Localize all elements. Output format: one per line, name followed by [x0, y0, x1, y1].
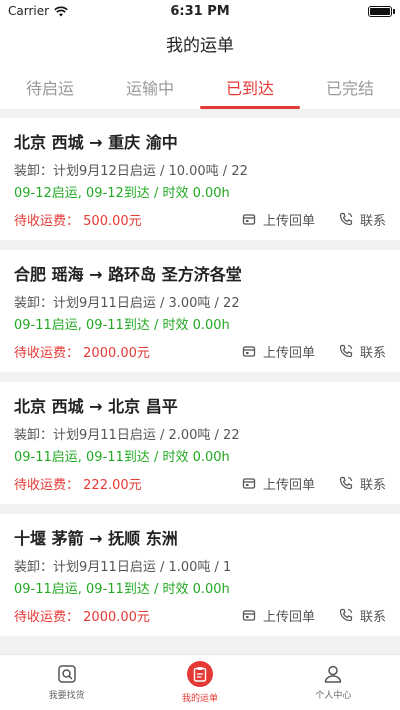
- upload-receipt-label: 上传回单: [262, 477, 315, 493]
- receipt-icon: [242, 346, 256, 357]
- contact-label: 联系: [359, 345, 386, 361]
- order-card[interactable]: 合肥 瑶海 → 路环岛 圣方济各堂 装卸：计划9月11日启运 / 3.00吨 /…: [0, 250, 400, 372]
- contact-button[interactable]: 联系: [339, 342, 386, 361]
- order-info: 装卸：计划9月11日启运 / 1.00吨 / 1: [14, 559, 232, 575]
- order-actions: 上传回单 联系: [242, 606, 386, 625]
- upload-receipt-label: 上传回单: [262, 345, 315, 361]
- order-timing: 09-12启运, 09-12到达 / 时效 0.00h: [14, 185, 230, 201]
- order-info: 装卸：计划9月12日启运 / 10.00吨 / 22: [14, 163, 248, 179]
- phone-icon: [339, 608, 353, 622]
- upload-receipt-button[interactable]: 上传回单: [242, 606, 315, 625]
- phone-icon: [339, 212, 353, 226]
- tabbar-label: 我要找货: [48, 691, 85, 701]
- receipt-icon: [242, 610, 256, 621]
- order-card[interactable]: 北京 西城 → 北京 昌平 装卸：计划9月11日启运 / 2.00吨 / 22 …: [0, 382, 400, 504]
- tab-completed[interactable]: 已完结: [300, 64, 400, 109]
- order-actions: 上传回单 联系: [242, 474, 386, 493]
- order-timing: 09-11启运, 09-11到达 / 时效 0.00h: [14, 317, 230, 333]
- order-bottom-row: 待收运费： 2000.00元 上传回单 联系: [14, 340, 386, 362]
- freight-fee: 待收运费： 500.00元: [14, 210, 142, 229]
- status-tabs: 待启运 运输中 已到达 已完结: [0, 64, 400, 110]
- freight-fee-label: 待收运费：: [14, 477, 80, 493]
- freight-fee: 待收运费： 222.00元: [14, 474, 142, 493]
- freight-fee: 待收运费： 2000.00元: [14, 342, 150, 361]
- upload-receipt-button[interactable]: 上传回单: [242, 342, 315, 361]
- status-bar: Carrier 6:31 PM: [0, 0, 400, 22]
- order-route: 北京 西城 → 重庆 渝中: [14, 133, 178, 152]
- clipboard-icon: [186, 661, 213, 687]
- tabbar-profile[interactable]: 个人中心: [267, 655, 400, 710]
- receipt-icon: [242, 214, 256, 225]
- order-timing: 09-11启运, 09-11到达 / 时效 0.00h: [14, 581, 230, 597]
- tabbar-label: 我的运单: [181, 694, 218, 704]
- contact-button[interactable]: 联系: [339, 474, 386, 493]
- freight-fee-value: 2000.00元: [83, 609, 150, 625]
- contact-button[interactable]: 联系: [339, 606, 386, 625]
- order-route: 北京 西城 → 北京 昌平: [14, 397, 178, 416]
- tabbar-label: 个人中心: [315, 691, 352, 701]
- order-bottom-row: 待收运费： 500.00元 上传回单 联系: [14, 208, 386, 230]
- page-title: 我的运单: [0, 22, 400, 64]
- tab-pending[interactable]: 待启运: [0, 64, 100, 109]
- tab-in-transit[interactable]: 运输中: [100, 64, 200, 109]
- carrier-label: Carrier: [8, 4, 50, 18]
- freight-fee-value: 2000.00元: [83, 345, 150, 361]
- order-route: 十堰 茅箭 → 抚顺 东洲: [14, 529, 178, 548]
- order-info: 装卸：计划9月11日启运 / 3.00吨 / 22: [14, 295, 240, 311]
- freight-fee-label: 待收运费：: [14, 609, 80, 625]
- order-route: 合肥 瑶海 → 路环岛 圣方济各堂: [14, 265, 242, 284]
- upload-receipt-button[interactable]: 上传回单: [242, 210, 315, 229]
- wifi-icon: [54, 6, 68, 16]
- contact-button[interactable]: 联系: [339, 210, 386, 229]
- contact-label: 联系: [359, 609, 386, 625]
- upload-receipt-label: 上传回单: [262, 609, 315, 625]
- freight-fee-label: 待收运费：: [14, 213, 80, 229]
- order-card[interactable]: 十堰 茅箭 → 抚顺 东洲 装卸：计划9月11日启运 / 1.00吨 / 1 0…: [0, 514, 400, 636]
- status-left: Carrier: [8, 4, 68, 18]
- user-icon: [325, 665, 342, 683]
- contact-label: 联系: [359, 477, 386, 493]
- phone-icon: [339, 344, 353, 358]
- order-bottom-row: 待收运费： 2000.00元 上传回单 联系: [14, 604, 386, 626]
- tabbar-find-cargo[interactable]: 我要找货: [0, 655, 133, 710]
- search-cargo-icon: [57, 665, 76, 683]
- freight-fee-label: 待收运费：: [14, 345, 80, 361]
- order-bottom-row: 待收运费： 222.00元 上传回单 联系: [14, 472, 386, 494]
- freight-fee: 待收运费： 2000.00元: [14, 606, 150, 625]
- order-list: 北京 西城 → 重庆 渝中 装卸：计划9月12日启运 / 10.00吨 / 22…: [0, 110, 400, 636]
- order-info: 装卸：计划9月11日启运 / 2.00吨 / 22: [14, 427, 240, 443]
- tab-arrived[interactable]: 已到达: [200, 64, 300, 109]
- upload-receipt-label: 上传回单: [262, 213, 315, 229]
- status-time: 6:31 PM: [170, 3, 230, 19]
- battery-icon: [368, 5, 395, 17]
- order-actions: 上传回单 联系: [242, 210, 386, 229]
- tabbar-my-orders[interactable]: 我的运单: [133, 655, 266, 710]
- freight-fee-value: 222.00元: [83, 477, 142, 493]
- upload-receipt-button[interactable]: 上传回单: [242, 474, 315, 493]
- order-timing: 09-11启运, 09-11到达 / 时效 0.00h: [14, 449, 230, 465]
- order-card[interactable]: 北京 西城 → 重庆 渝中 装卸：计划9月12日启运 / 10.00吨 / 22…: [0, 118, 400, 240]
- freight-fee-value: 500.00元: [83, 213, 142, 229]
- contact-label: 联系: [359, 213, 386, 229]
- receipt-icon: [242, 478, 256, 489]
- order-actions: 上传回单 联系: [242, 342, 386, 361]
- bottom-tab-bar: 我要找货 我的运单 个人中心: [0, 654, 400, 710]
- phone-icon: [339, 476, 353, 490]
